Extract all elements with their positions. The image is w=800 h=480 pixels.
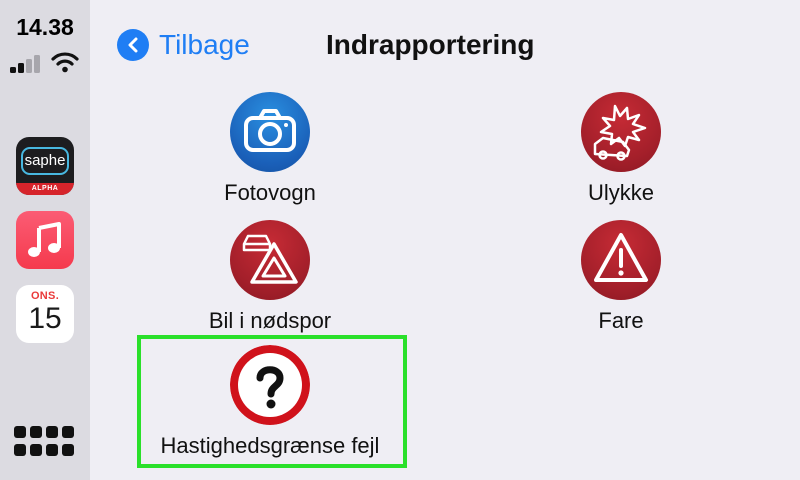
report-item-label: Fotovogn xyxy=(224,180,316,205)
wifi-icon xyxy=(51,52,79,73)
music-app-icon[interactable] xyxy=(16,211,74,269)
status-time: 14.38 xyxy=(16,14,74,40)
camera-icon xyxy=(230,92,310,172)
alpha-badge: ALPHA xyxy=(16,183,74,195)
report-item-label: Ulykke xyxy=(587,180,654,205)
side-dock: 14.38 saphe ALPHA ONS. 15 xyxy=(0,0,90,480)
music-note-icon xyxy=(28,222,61,257)
carplay-screen: 14.38 saphe ALPHA ONS. 15 Tilbage Indrap… xyxy=(0,0,800,480)
back-label: Tilbage xyxy=(159,29,250,60)
warning-icon xyxy=(581,220,661,300)
app-grid-icon[interactable] xyxy=(14,426,76,458)
back-button[interactable]: Tilbage xyxy=(117,28,250,62)
report-item-fare[interactable]: Fare xyxy=(511,220,731,340)
saphe-logo: saphe xyxy=(21,147,69,175)
car-crash-icon xyxy=(581,92,661,172)
report-item-bil-i-nodspor[interactable]: Bil i nødspor xyxy=(160,220,380,340)
calendar-date: 15 xyxy=(28,302,62,335)
calendar-app-icon[interactable]: ONS. 15 xyxy=(16,285,74,343)
saphe-app-icon[interactable]: saphe ALPHA xyxy=(16,137,74,195)
calendar-day: ONS. xyxy=(30,290,60,302)
page-title: Indrapportering xyxy=(326,29,535,60)
focus-highlight xyxy=(137,335,407,468)
breakdown-triangle-icon xyxy=(230,220,310,300)
report-item-ulykke[interactable]: Ulykke xyxy=(511,92,731,212)
chevron-left-icon xyxy=(117,29,149,61)
report-item-label: Bil i nødspor xyxy=(208,308,332,333)
report-item-label: Fare xyxy=(598,308,644,333)
report-item-fotovogn[interactable]: Fotovogn xyxy=(160,92,380,212)
cellular-signal-icon xyxy=(10,53,46,73)
